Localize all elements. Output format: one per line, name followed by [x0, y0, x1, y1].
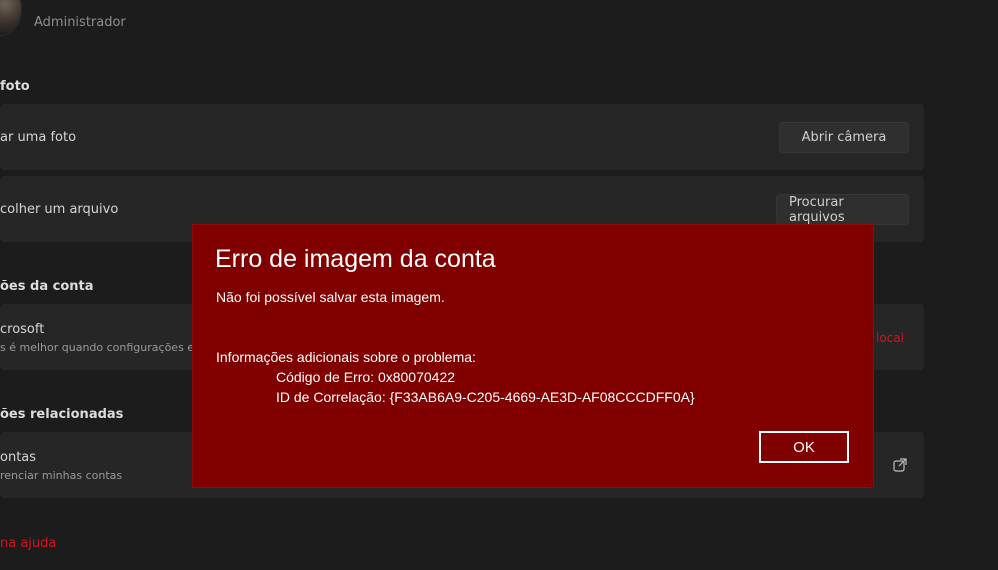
settings-window: Administrador foto ar uma foto Abrir câm…	[0, 0, 998, 570]
error-dialog: Erro de imagem da conta Não foi possível…	[193, 225, 873, 487]
ok-button[interactable]: OK	[759, 431, 849, 463]
microsoft-account-label: crosoft	[0, 322, 45, 337]
take-photo-card: ar uma foto Abrir câmera	[0, 104, 924, 170]
local-account-link[interactable]: local	[876, 331, 904, 345]
choose-file-label: colher um arquivo	[0, 202, 119, 217]
external-link-icon	[893, 458, 907, 472]
account-settings-title: ões da conta	[0, 279, 94, 294]
user-role: Administrador	[34, 15, 126, 30]
dialog-error-code: Código de Erro: 0x80070422	[276, 369, 456, 385]
take-photo-label: ar uma foto	[0, 130, 77, 145]
browse-files-button[interactable]: Procurar arquivos	[776, 194, 909, 225]
microsoft-account-description: s é melhor quando configurações e	[0, 341, 195, 354]
accounts-label: ontas	[0, 450, 37, 465]
accounts-description: renciar minhas contas	[0, 469, 123, 482]
open-camera-button[interactable]: Abrir câmera	[779, 122, 909, 153]
dialog-title: Erro de imagem da conta	[215, 245, 496, 273]
dialog-message: Não foi possível salvar esta imagem.	[216, 289, 445, 305]
photo-section-title: foto	[0, 79, 30, 94]
related-settings-title: ões relacionadas	[0, 407, 124, 422]
get-help-link[interactable]: na ajuda	[0, 536, 56, 551]
dialog-correlation-id: ID de Correlação: {F33AB6A9-C205-4669-AE…	[276, 389, 695, 405]
dialog-details-header: Informações adicionais sobre o problema:	[216, 349, 476, 365]
user-avatar	[0, 0, 22, 36]
